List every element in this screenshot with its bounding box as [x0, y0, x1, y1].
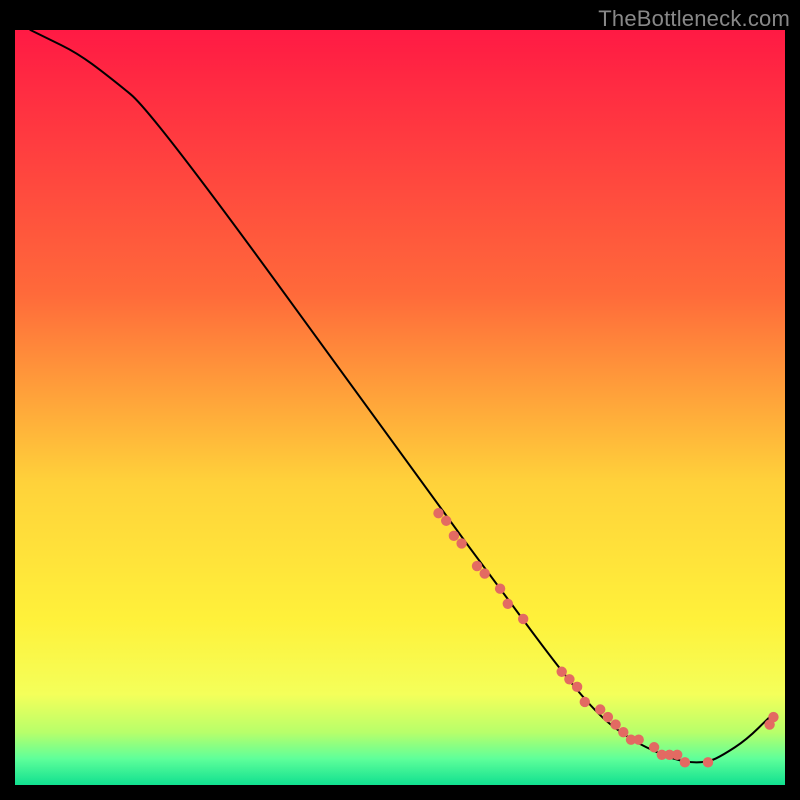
data-point	[472, 561, 482, 571]
data-point	[703, 757, 713, 767]
data-point	[441, 516, 451, 526]
data-point	[768, 712, 778, 722]
data-point	[672, 750, 682, 760]
bottleneck-chart	[0, 0, 800, 800]
data-point	[680, 757, 690, 767]
data-point	[449, 531, 459, 541]
data-point	[618, 727, 628, 737]
data-point	[580, 697, 590, 707]
data-point	[557, 667, 567, 677]
data-point	[572, 682, 582, 692]
data-point	[433, 508, 443, 518]
data-point	[480, 568, 490, 578]
data-point	[649, 742, 659, 752]
data-point	[456, 538, 466, 548]
chart-container: TheBottleneck.com	[0, 0, 800, 800]
watermark-text: TheBottleneck.com	[598, 6, 790, 32]
data-point	[595, 704, 605, 714]
data-point	[634, 735, 644, 745]
data-point	[495, 584, 505, 594]
data-point	[610, 719, 620, 729]
data-point	[603, 712, 613, 722]
data-point	[564, 674, 574, 684]
data-point	[503, 599, 513, 609]
plot-gradient	[15, 30, 785, 785]
data-point	[518, 614, 528, 624]
